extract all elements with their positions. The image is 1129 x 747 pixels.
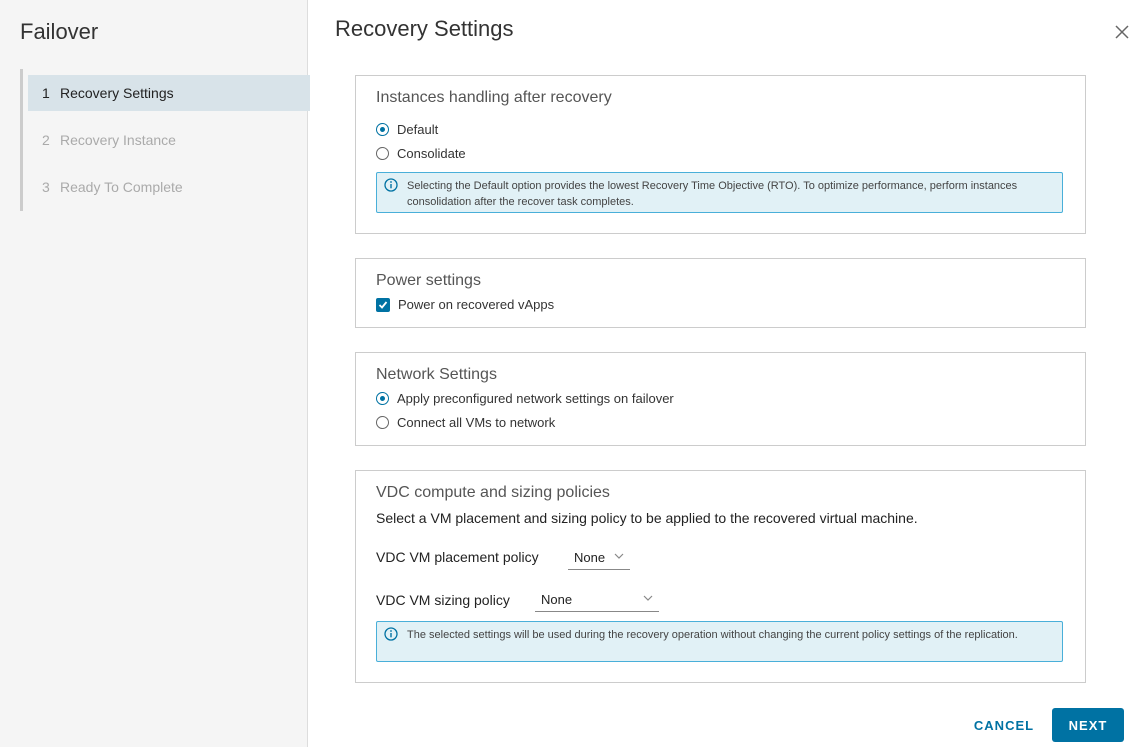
step-recovery-settings[interactable]: 1 Recovery Settings: [28, 75, 310, 111]
wizard-title: Failover: [20, 19, 99, 44]
power-settings-panel: Power settings Power on recovered vApps: [355, 258, 1086, 328]
vdc-policies-panel: VDC compute and sizing policies Select a…: [355, 470, 1086, 683]
network-settings-title: Network Settings: [376, 366, 497, 383]
checkbox-checked[interactable]: [376, 297, 390, 312]
info-icon: [384, 178, 398, 192]
checkbox-label: Power on recovered vApps: [398, 297, 555, 312]
instances-info-alert: Selecting the Default option provides th…: [376, 172, 1063, 213]
instances-handling-title: Instances handling after recovery: [376, 89, 612, 106]
close-icon[interactable]: [1114, 24, 1129, 40]
wizard-sidebar: Failover 1 Recovery Settings 2 Recovery …: [0, 0, 310, 747]
step-number: 1: [42, 85, 50, 101]
radio-label: Default: [397, 122, 439, 137]
select-value: None: [541, 592, 573, 607]
radio-label: Connect all VMs to network: [397, 415, 556, 430]
next-button[interactable]: NEXT: [1052, 708, 1124, 742]
checkbox-power-on[interactable]: Power on recovered vApps: [376, 297, 554, 312]
step-label: Recovery Settings: [60, 85, 174, 101]
radio-default[interactable]: Default: [376, 122, 438, 137]
radio-label: Apply preconfigured network settings on …: [397, 391, 674, 406]
vdc-policies-title: VDC compute and sizing policies: [376, 484, 610, 501]
placement-policy-label: VDC VM placement policy: [376, 549, 539, 565]
radio-button[interactable]: [376, 147, 389, 160]
step-label: Recovery Instance: [60, 132, 176, 148]
step-ready-to-complete[interactable]: 3 Ready To Complete: [28, 169, 310, 205]
step-recovery-instance[interactable]: 2 Recovery Instance: [28, 122, 310, 158]
page-title: Recovery Settings: [335, 16, 514, 41]
radio-button-checked[interactable]: [376, 392, 389, 405]
radio-consolidate[interactable]: Consolidate: [376, 146, 466, 161]
power-settings-title: Power settings: [376, 272, 481, 289]
wizard-steps: 1 Recovery Settings 2 Recovery Instance …: [20, 69, 310, 211]
sizing-policy-select[interactable]: None: [535, 590, 659, 612]
radio-connect-all[interactable]: Connect all VMs to network: [376, 415, 555, 430]
chevron-down-icon: [643, 595, 653, 601]
instances-handling-panel: Instances handling after recovery Defaul…: [355, 75, 1086, 234]
radio-button-checked[interactable]: [376, 123, 389, 136]
info-icon: [384, 627, 398, 641]
radio-button[interactable]: [376, 416, 389, 429]
cancel-button[interactable]: CANCEL: [968, 708, 1040, 742]
radio-apply-preconfigured[interactable]: Apply preconfigured network settings on …: [376, 391, 674, 406]
select-value: None: [574, 550, 606, 565]
wizard-content: Recovery Settings Instances handling aft…: [308, 0, 1129, 747]
sizing-policy-label: VDC VM sizing policy: [376, 592, 510, 608]
info-text: Selecting the Default option provides th…: [407, 180, 1018, 208]
step-number: 2: [42, 132, 50, 148]
network-settings-panel: Network Settings Apply preconfigured net…: [355, 352, 1086, 446]
radio-label: Consolidate: [397, 146, 466, 161]
chevron-down-icon: [614, 553, 624, 559]
step-label: Ready To Complete: [60, 179, 183, 195]
check-icon: [378, 300, 388, 309]
placement-policy-select[interactable]: None: [568, 548, 630, 570]
vdc-description: Select a VM placement and sizing policy …: [376, 510, 918, 526]
vdc-info-alert: The selected settings will be used durin…: [376, 621, 1063, 662]
step-number: 3: [42, 179, 50, 195]
info-text: The selected settings will be used durin…: [407, 629, 1018, 641]
